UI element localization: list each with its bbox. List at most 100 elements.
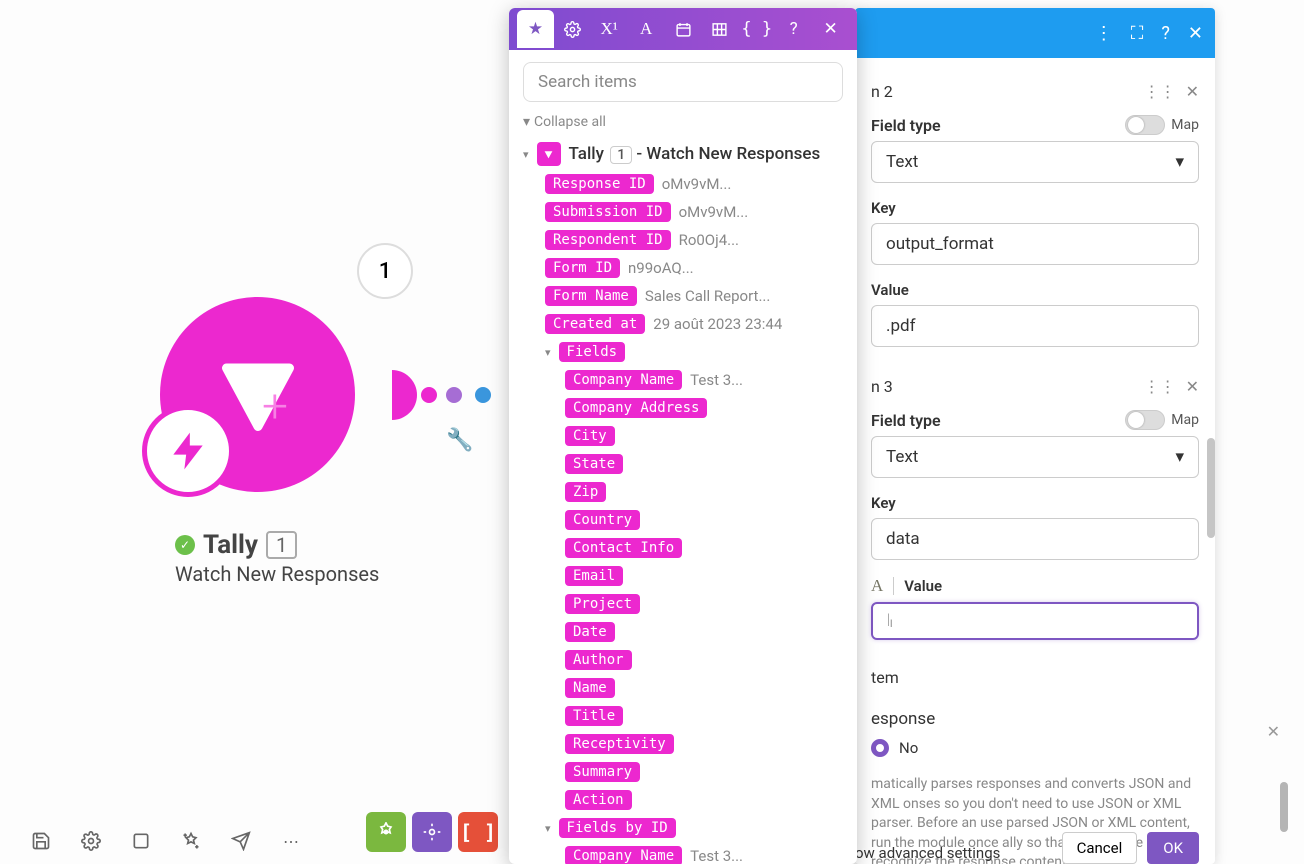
tab-help[interactable]: ? bbox=[775, 10, 812, 48]
close-icon[interactable]: ✕ bbox=[1267, 722, 1280, 741]
tree-data-item[interactable]: Response IDoMv9vM... bbox=[545, 170, 843, 198]
key-input-3[interactable]: data bbox=[871, 518, 1199, 560]
tree-data-item[interactable]: Country bbox=[565, 506, 843, 534]
tree-data-item[interactable]: Zip bbox=[565, 478, 843, 506]
tree-data-item[interactable]: Summary bbox=[565, 758, 843, 786]
tab-date[interactable] bbox=[665, 10, 702, 48]
value-input-3[interactable]: |I bbox=[871, 602, 1199, 640]
settings-icon[interactable] bbox=[80, 830, 102, 852]
key-input-2[interactable]: output_format bbox=[871, 223, 1199, 265]
tab-array[interactable] bbox=[701, 10, 738, 48]
value-label-2: Value bbox=[871, 281, 1199, 299]
module-config-panel: ⋮ ⛶ ? ✕ n 2 ⋮⋮ ✕ Field type Map Text ▾ K… bbox=[855, 8, 1215, 864]
remove-item-icon[interactable]: ✕ bbox=[1186, 377, 1199, 396]
tree-data-item[interactable]: Project bbox=[565, 590, 843, 618]
tree-data-item[interactable]: Form IDn99oAQ... bbox=[545, 254, 843, 282]
tree-data-item[interactable]: Form NameSales Call Report... bbox=[545, 282, 843, 310]
tree-data-item[interactable]: Company Address bbox=[565, 394, 843, 422]
module-number-badge: 1 bbox=[266, 531, 297, 559]
module-app-name: Tally bbox=[203, 530, 258, 560]
search-input[interactable]: Search items bbox=[523, 62, 843, 102]
scrollbar-thumb[interactable] bbox=[1207, 438, 1215, 538]
tree-data-item[interactable]: City bbox=[565, 422, 843, 450]
wrench-icon[interactable]: 🔧 bbox=[446, 428, 473, 453]
status-check-icon: ✓ bbox=[175, 535, 195, 555]
flow-control-button[interactable]: [ ] bbox=[458, 812, 498, 852]
connector-dot bbox=[446, 387, 462, 403]
tree-data-item[interactable]: State bbox=[565, 450, 843, 478]
add-module-icon[interactable]: + bbox=[245, 377, 305, 437]
drag-handle-icon[interactable]: ⋮⋮ bbox=[1144, 377, 1176, 396]
connector-dot bbox=[421, 387, 437, 403]
tree-data-item[interactable]: Action bbox=[565, 786, 843, 814]
tree-data-item[interactable]: Submission IDoMv9vM... bbox=[545, 198, 843, 226]
tab-text[interactable]: A bbox=[628, 10, 665, 48]
more-vert-icon[interactable]: ⋮ bbox=[1095, 23, 1113, 44]
value-label-3: Value bbox=[904, 577, 942, 595]
advanced-settings-toggle[interactable]: ow advanced settings bbox=[855, 844, 1000, 862]
collapse-all-link[interactable]: ▾Collapse all bbox=[523, 114, 843, 130]
tab-math[interactable]: X¹ bbox=[591, 10, 628, 48]
chevron-down-icon: ▾ bbox=[1175, 447, 1184, 467]
tree-data-item[interactable]: Company NameTest 3... bbox=[565, 366, 843, 394]
more-icon[interactable]: ⋯ bbox=[280, 830, 302, 852]
drag-handle-icon[interactable]: ⋮⋮ bbox=[1144, 82, 1176, 101]
instant-trigger-icon bbox=[142, 405, 234, 497]
favorites-button[interactable] bbox=[412, 812, 452, 852]
half-circle-connector bbox=[367, 370, 417, 420]
add-item-link[interactable]: tem bbox=[871, 668, 1199, 687]
parse-response-radio-no[interactable] bbox=[871, 739, 889, 757]
tree-node-fields-by-id[interactable]: ▾ Fields by ID bbox=[545, 814, 843, 842]
explain-flow-icon[interactable] bbox=[230, 830, 252, 852]
tab-json[interactable]: { } bbox=[738, 10, 775, 48]
item-header-3: n 3 ⋮⋮ ✕ bbox=[871, 377, 1199, 396]
notes-icon[interactable] bbox=[130, 830, 152, 852]
data-mapping-picker: ★ X¹ A { } ? ✕ Search items ▾Collapse al… bbox=[509, 8, 857, 864]
tree-data-item[interactable]: Email bbox=[565, 562, 843, 590]
key-label-3: Key bbox=[871, 494, 1199, 512]
config-panel-header: ⋮ ⛶ ? ✕ bbox=[855, 8, 1215, 58]
field-type-select-3[interactable]: Text ▾ bbox=[871, 436, 1199, 478]
tree-data-item[interactable]: Name bbox=[565, 674, 843, 702]
auto-align-icon[interactable] bbox=[180, 830, 202, 852]
tree-data-item[interactable]: Company NameTest 3... bbox=[565, 842, 843, 864]
tree-data-item[interactable]: Receptivity bbox=[565, 730, 843, 758]
save-icon[interactable] bbox=[30, 830, 52, 852]
field-type-select-2[interactable]: Text ▾ bbox=[871, 141, 1199, 183]
parse-response-no-label: No bbox=[899, 739, 918, 757]
scenario-canvas[interactable]: 1 + 🔧 ✓ Tally 1 Watch New Responses bbox=[0, 0, 510, 864]
item-header-2: n 2 ⋮⋮ ✕ bbox=[871, 82, 1199, 101]
remove-item-icon[interactable]: ✕ bbox=[1186, 82, 1199, 101]
tree-data-item[interactable]: Title bbox=[565, 702, 843, 730]
parse-response-label: esponse bbox=[871, 709, 1199, 729]
chevron-down-icon: ▾ bbox=[1175, 152, 1184, 172]
tools-button[interactable] bbox=[366, 812, 406, 852]
tree-data-item[interactable]: Contact Info bbox=[565, 534, 843, 562]
tree-data-item[interactable]: Respondent IDRo0Oj4... bbox=[545, 226, 843, 254]
data-tree: ▾ Tally 1 - Watch New Responses Response… bbox=[509, 134, 857, 864]
expand-icon[interactable]: ⛶ bbox=[1131, 23, 1144, 44]
tree-node-tally[interactable]: ▾ Tally 1 - Watch New Responses bbox=[523, 138, 843, 170]
page-scrollbar-thumb[interactable] bbox=[1280, 782, 1288, 832]
close-icon[interactable]: ✕ bbox=[1188, 23, 1203, 44]
field-type-label: Field type bbox=[871, 411, 941, 430]
close-picker-icon[interactable]: ✕ bbox=[812, 10, 849, 48]
tree-data-item[interactable]: Created at29 août 2023 23:44 bbox=[545, 310, 843, 338]
tree-data-item[interactable]: Author bbox=[565, 646, 843, 674]
module-action-name: Watch New Responses bbox=[175, 562, 379, 586]
ok-button[interactable]: OK bbox=[1147, 832, 1199, 864]
tally-module-node[interactable]: + bbox=[160, 297, 355, 492]
field-type-label: Field type bbox=[871, 116, 941, 135]
tab-gear[interactable] bbox=[554, 10, 591, 48]
map-toggle-3[interactable] bbox=[1125, 410, 1165, 430]
cancel-button[interactable]: Cancel bbox=[1062, 832, 1138, 864]
help-icon[interactable]: ? bbox=[1161, 23, 1170, 44]
map-toggle-2[interactable] bbox=[1125, 115, 1165, 135]
tree-data-item[interactable]: Date bbox=[565, 618, 843, 646]
connector-dot bbox=[475, 387, 491, 403]
tree-node-fields[interactable]: ▾ Fields bbox=[545, 338, 843, 366]
text-mode-icon[interactable]: A bbox=[871, 576, 883, 596]
tab-star[interactable]: ★ bbox=[517, 10, 554, 48]
value-input-2[interactable]: .pdf bbox=[871, 305, 1199, 347]
run-count-bubble: 1 bbox=[357, 243, 413, 299]
